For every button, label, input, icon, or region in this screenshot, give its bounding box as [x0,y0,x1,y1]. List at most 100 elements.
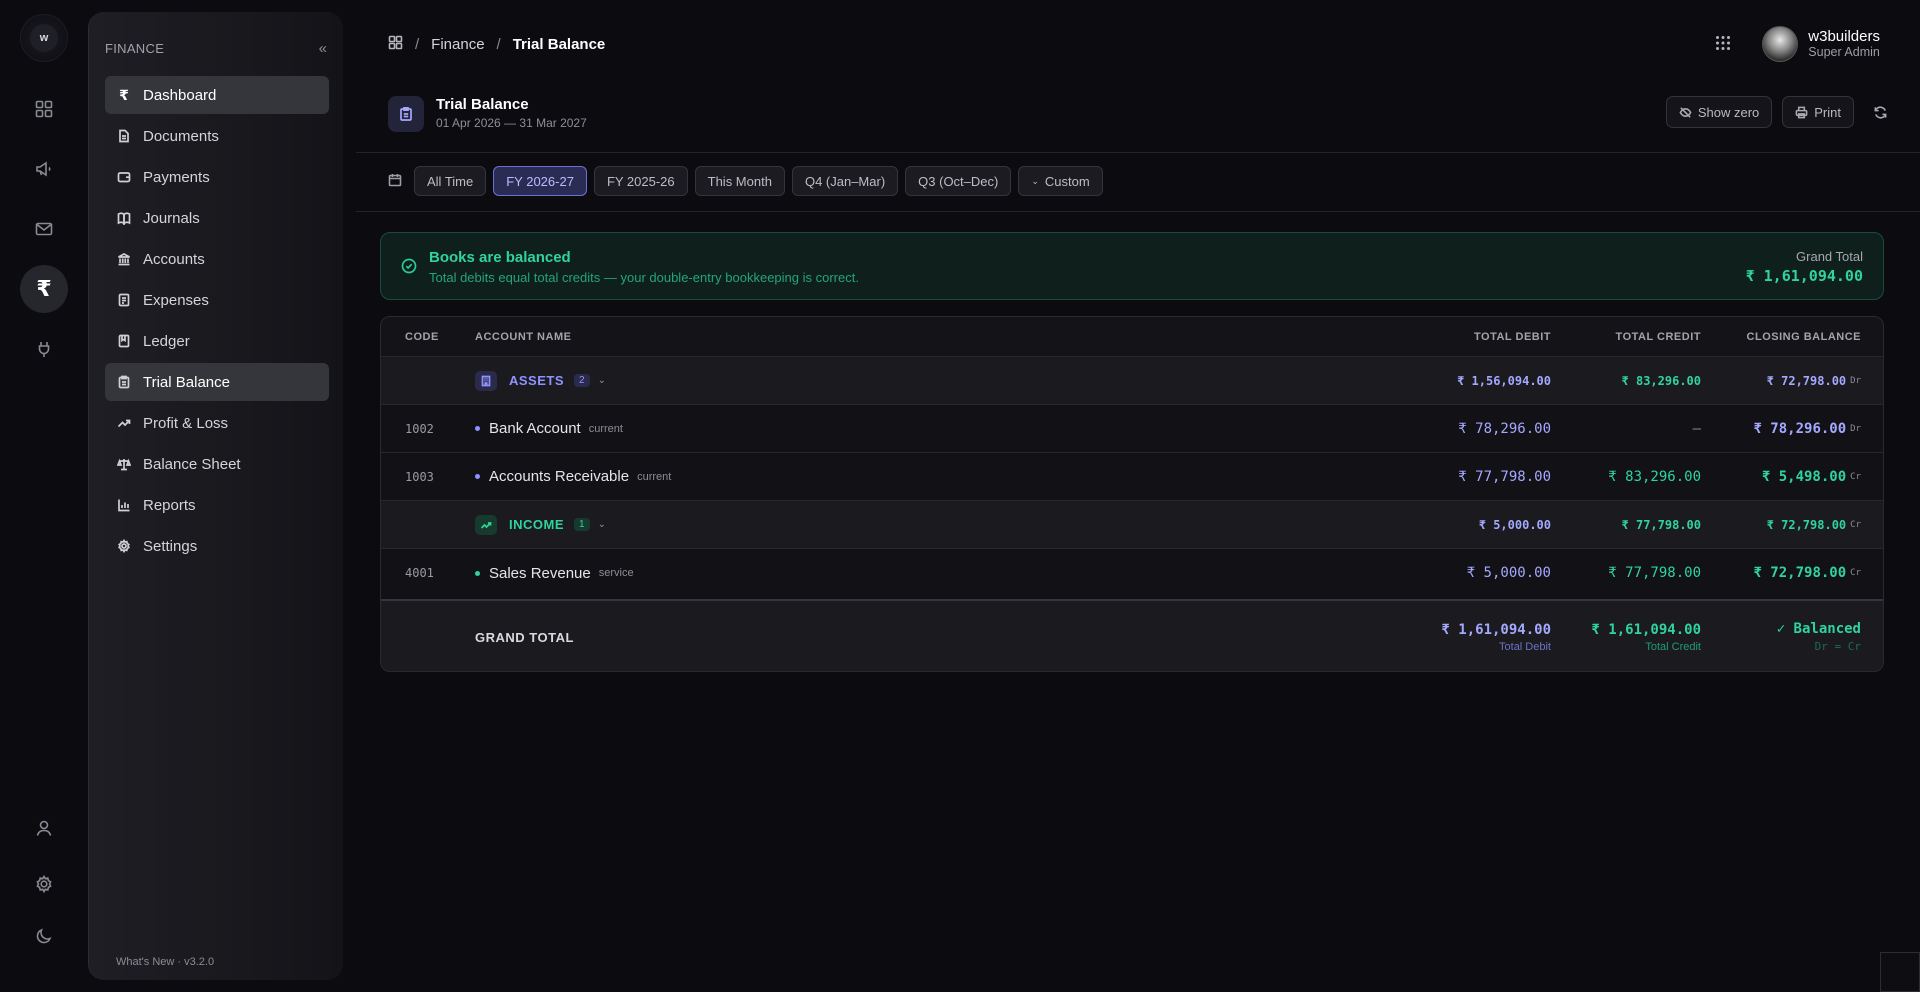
group-balance-value: ₹ 72,798.00 [1766,517,1847,532]
breadcrumb-separator: / [496,35,501,53]
user-name: w3builders [1808,28,1880,45]
account-credit: ₹ 83,296.00 [1608,468,1701,485]
print-label: Print [1814,104,1841,120]
rail-plug-icon[interactable] [20,325,68,373]
rupee-icon: ₹ [36,276,52,301]
breadcrumb-finance[interactable]: Finance [431,36,484,53]
sidebar-item-label: Payments [143,168,210,186]
chevron-down-icon[interactable]: ⌄ [598,375,606,386]
group-count-badge: 2 [574,374,590,387]
account-debit: ₹ 78,296.00 [1458,420,1551,437]
sidebar-item-balance-sheet[interactable]: Balance Sheet [105,445,329,483]
user-menu[interactable]: w3builders Super Admin [1714,26,1880,62]
header-total-debit: TOTAL DEBIT [1474,330,1551,343]
avatar[interactable] [1762,26,1799,62]
bar-chart-icon [117,498,131,512]
show-zero-button[interactable]: Show zero [1665,96,1773,128]
grand-total-row: GRAND TOTAL ₹ 1,61,094.00 Total Debit ₹ … [381,599,1883,671]
sidebar-item-label: Settings [143,537,198,555]
rail-megaphone-icon[interactable] [20,145,68,193]
page-period: 01 Apr 2026 — 31 Mar 2027 [436,116,587,130]
print-button[interactable]: Print [1782,96,1854,128]
grid-icon[interactable] [388,35,403,54]
group-balance-value: ₹ 72,798.00 [1766,373,1847,388]
sidebar-item-settings[interactable]: Settings [105,527,329,565]
rail-settings-icon[interactable] [20,860,68,908]
account-name: Accounts Receivable [489,468,630,485]
dr-cr-suffix: Dr [1850,375,1861,386]
sidebar-item-reports[interactable]: Reports [105,486,329,524]
page-title: Trial Balance [436,96,529,113]
filter-q4[interactable]: Q4 (Jan–Mar) [791,166,899,196]
balanced-caption: Dr = Cr [1814,640,1861,653]
chevron-down-icon[interactable]: ⌄ [598,519,606,530]
rupee-icon: ₹ [119,86,129,103]
main-content: / Finance / Trial Balance w3builders Sup… [356,0,1920,992]
table-row[interactable]: 1002 Bank Account current ₹ 78,296.00 — … [381,405,1883,453]
collapse-sidebar-icon[interactable]: « [319,40,327,57]
account-balance: ₹ 78,296.00 Dr [1753,405,1861,452]
table-row[interactable]: 1003 Accounts Receivable current ₹ 77,79… [381,453,1883,501]
scale-icon [117,457,131,471]
filter-custom[interactable]: ⌄ Custom [1018,166,1103,196]
rail-user-icon[interactable] [20,804,68,852]
rail-moon-icon[interactable] [20,912,68,960]
filter-q3[interactable]: Q3 (Oct–Dec) [905,166,1012,196]
sidebar-item-profit-loss[interactable]: Profit & Loss [105,404,329,442]
filter-fy-2025-26[interactable]: FY 2025-26 [593,166,688,196]
group-row-income[interactable]: INCOME 1 ⌄ ₹ 5,000.00 ₹ 77,798.00 ₹ 72,7… [381,501,1883,549]
header-code: CODE [405,330,439,343]
group-balance: ₹ 72,798.00 Cr [1767,501,1861,548]
sidebar-item-journals[interactable]: Journals [105,199,329,237]
clipboard-icon [117,375,131,389]
breadcrumb: / Finance / Trial Balance [388,35,605,54]
corner-widget[interactable] [1880,952,1920,992]
sidebar-item-dashboard[interactable]: ₹ Dashboard [105,76,329,114]
app-logo[interactable]: w [20,14,68,62]
rail-mail-icon[interactable] [20,205,68,253]
page-header: Trial Balance 01 Apr 2026 — 31 Mar 2027 … [388,96,1896,152]
sidebar-item-label: Documents [143,127,219,145]
filter-fy-2026-27[interactable]: FY 2026-27 [493,166,587,196]
account-name: Bank Account [489,420,581,437]
account-type: current [637,470,672,483]
header-total-credit: TOTAL CREDIT [1615,330,1701,343]
grand-total-debit: ₹ 1,61,094.00 [1441,621,1551,638]
filter-this-month[interactable]: This Month [694,166,785,196]
account-type: current [588,422,623,435]
sidebar-item-payments[interactable]: Payments [105,158,329,196]
logo-mark: w [30,24,58,52]
gear-icon [117,539,131,553]
apps-grid-icon[interactable] [1714,34,1732,55]
trial-balance-table: CODE ACCOUNT NAME TOTAL DEBIT TOTAL CRED… [380,316,1884,672]
refresh-icon[interactable] [1864,96,1896,128]
group-credit: ₹ 83,296.00 [1621,373,1701,388]
group-row-assets[interactable]: ASSETS 2 ⌄ ₹ 1,56,094.00 ₹ 83,296.00 ₹ 7… [381,357,1883,405]
rail-finance-icon[interactable]: ₹ [20,265,68,313]
sidebar-item-documents[interactable]: Documents [105,117,329,155]
sidebar-item-accounts[interactable]: Accounts [105,240,329,278]
book-open-icon [117,211,131,225]
sidebar-item-trial-balance[interactable]: Trial Balance [105,363,329,401]
filter-custom-label: Custom [1044,173,1090,189]
sidebar-item-expenses[interactable]: Expenses [105,281,329,319]
account-balance: ₹ 5,498.00 Cr [1762,453,1861,500]
sidebar-item-ledger[interactable]: Ledger [105,322,329,360]
table-row[interactable]: 4001 Sales Revenue service ₹ 5,000.00 ₹ … [381,549,1883,597]
whats-new-link[interactable]: What's New · v3.2.0 [116,956,214,968]
printer-icon [1795,106,1808,118]
filter-all-time[interactable]: All Time [414,166,487,196]
account-balance-value: ₹ 72,798.00 [1753,565,1847,581]
balance-status-banner: Books are balanced Total debits equal to… [380,232,1884,300]
account-credit: ₹ 77,798.00 [1608,565,1701,581]
group-name: ASSETS [509,373,565,388]
trending-up-icon [117,416,131,430]
file-icon [117,129,131,143]
dot-icon [475,426,480,431]
banner-title: Books are balanced [429,249,571,266]
rail-dashboard-icon[interactable] [20,85,68,133]
account-credit: — [1692,420,1701,437]
group-count-badge: 1 [574,518,590,531]
sidebar-item-label: Accounts [143,250,205,268]
finance-sidebar: FINANCE « ₹ Dashboard Documents Payments… [88,12,343,980]
